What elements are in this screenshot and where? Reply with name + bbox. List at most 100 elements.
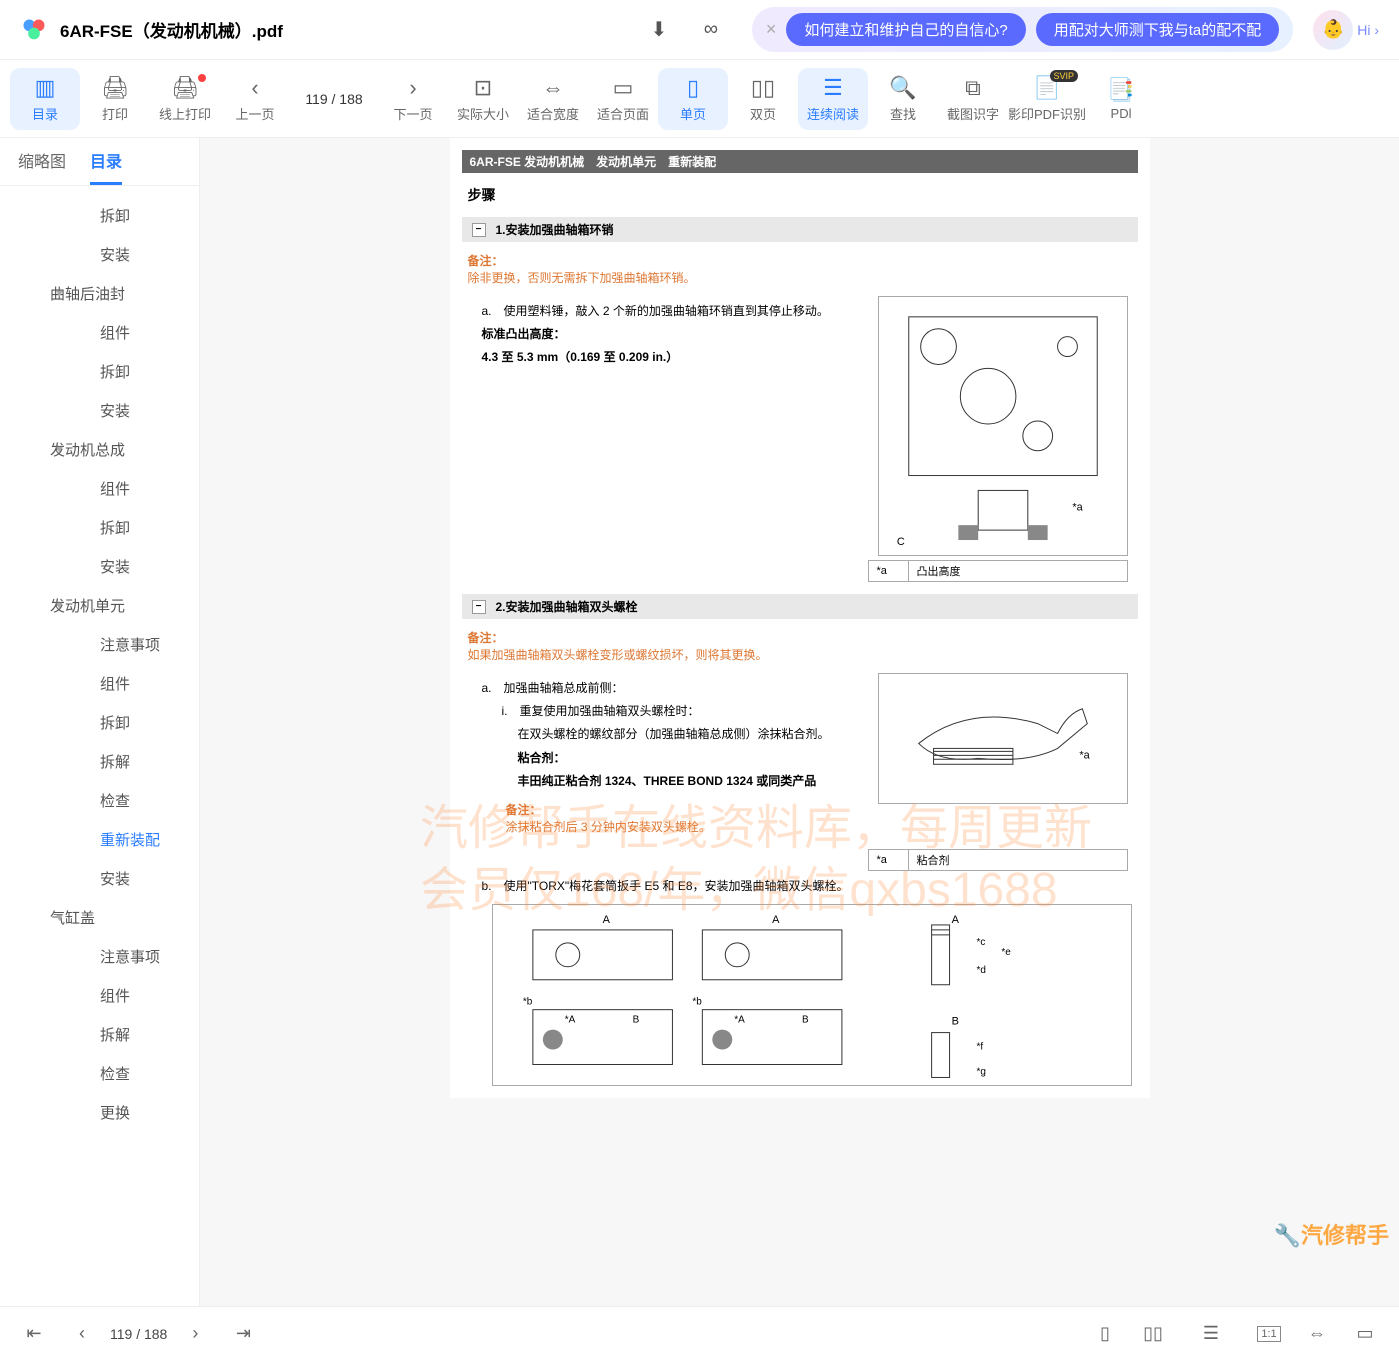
tree-item[interactable]: 安装 [0,235,199,274]
caret-down-icon: ▼ [54,288,65,300]
avatar[interactable]: 👶 [1313,10,1353,50]
next-page-icon[interactable]: › [181,1320,209,1348]
tree-item[interactable]: 注意事项 [0,937,199,976]
svg-text:*f: *f [976,1042,983,1053]
note-2: 备注：如果加强曲轴箱双头螺栓变形或螺纹损坏，则将其更换。 [468,629,1132,663]
toc-button[interactable]: ▥目录 [10,68,80,130]
tree-item-current[interactable]: 重新装配 [0,820,199,859]
tree-item[interactable]: 检查 [0,1054,199,1093]
tree-item[interactable]: 组件 [0,313,199,352]
svg-text:A: A [602,914,610,926]
section-header: 6AR-FSE 发动机机械 发动机单元 重新装配 [462,150,1138,173]
tree-group[interactable]: ▼发动机单元 [0,586,199,625]
brand-watermark: 🔧汽修帮手 [1274,1218,1389,1250]
last-page-icon[interactable]: ⇥ [229,1320,257,1348]
tree-item[interactable]: 拆卸 [0,352,199,391]
fit-page-button[interactable]: ▭适合页面 [588,68,658,130]
caret-down-icon: ▼ [54,444,65,456]
tree-item[interactable]: 拆解 [0,742,199,781]
thumbnails-tab[interactable]: 缩略图 [18,148,66,185]
file-name: 6AR-FSE（发动机机械）.pdf [60,17,648,42]
title-bar: 6AR-FSE（发动机机械）.pdf ⬇ ∞ × 如何建立和维护自己的自信心? … [0,0,1399,60]
svg-text:*b: *b [692,997,702,1008]
diagram-3: AAA*c*d*e*b*b*AB*ABB*f*g [492,904,1132,1085]
tree-item[interactable]: 组件 [0,469,199,508]
view-fitw-icon[interactable]: ⇔ [1303,1320,1331,1348]
download-icon[interactable]: ⬇ [648,19,670,41]
print-button[interactable]: 🖨打印 [80,68,150,130]
minus-box-icon: − [472,600,486,614]
actual-size-button[interactable]: ⊡实际大小 [448,68,518,130]
status-bar: ⇤ ‹ 119 / 188 › ⇥ ▯ ▯▯ ☰ 1:1 ⇔ ▭ [0,1306,1399,1360]
first-page-icon[interactable]: ⇤ [20,1320,48,1348]
tree-group[interactable]: ▼曲轴后油封 [0,274,199,313]
promo-pill-1[interactable]: 如何建立和维护自己的自信心? [786,13,1025,46]
toolbar: ▥目录 🖨打印 🖨线上打印 ‹上一页 119 / 188 ›下一页 ⊡实际大小 … [0,60,1399,138]
view-double-icon[interactable]: ▯▯ [1139,1320,1167,1348]
view-cont-icon[interactable]: ☰ [1197,1320,1225,1348]
double-page-button[interactable]: ▯▯双页 [728,68,798,130]
prev-page-button[interactable]: ‹上一页 [220,68,290,130]
toc-tab[interactable]: 目录 [90,148,122,185]
note-1: 备注：除非更换，否则无需拆下加强曲轴箱环销。 [468,252,1132,286]
tree-item[interactable]: 安装 [0,547,199,586]
svg-text:*a: *a [1072,501,1083,513]
toc-tree[interactable]: 拆卸 安装 ▼曲轴后油封 组件 拆卸 安装 ▼发动机总成 组件 拆卸 安装 ▼发… [0,186,199,1306]
find-button[interactable]: 🔍查找 [868,68,938,130]
minus-box-icon: − [472,223,486,237]
share-icon[interactable]: ∞ [700,19,722,41]
tree-item[interactable]: 组件 [0,976,199,1015]
svg-text:B: B [802,1015,809,1026]
promo-pill-2[interactable]: 用配对大师测下我与ta的配不配 [1036,13,1280,46]
tree-item[interactable]: 拆卸 [0,508,199,547]
svg-text:C: C [896,536,904,548]
svg-text:A: A [772,914,780,926]
tree-item[interactable]: 拆卸 [0,196,199,235]
view-single-icon[interactable]: ▯ [1091,1320,1119,1348]
svg-text:*A: *A [564,1015,575,1026]
svg-text:*a: *a [1079,749,1090,761]
svg-text:*b: *b [522,997,532,1008]
step-a-text: a. 使用塑料锤，敲入 2 个新的加强曲轴箱环销直到其停止移动。 标准凸出高度：… [482,302,858,368]
tree-item[interactable]: 更换 [0,1093,199,1132]
table-1: *a凸出高度 [868,560,1128,582]
view-fitp-icon[interactable]: ▭ [1351,1320,1379,1348]
note-3: 备注：涂抹粘合剂后 3 分钟内安装双头螺栓。 [506,801,872,835]
page-indicator[interactable]: 119 / 188 [294,91,374,107]
svg-text:*e: *e [1001,947,1011,958]
tree-item[interactable]: 安装 [0,391,199,430]
promo-close-icon[interactable]: × [766,19,777,40]
pdf-page: 6AR-FSE 发动机机械 发动机单元 重新装配 步骤 −1.安装加强曲轴箱环销… [450,138,1150,1098]
tree-item[interactable]: 拆卸 [0,703,199,742]
step-1-band: −1.安装加强曲轴箱环销 [462,217,1138,242]
pdl-button[interactable]: 📑PDl [1086,68,1156,130]
hi-label[interactable]: Hi › [1357,22,1379,38]
next-page-button[interactable]: ›下一页 [378,68,448,130]
tree-group[interactable]: ▼发动机总成 [0,430,199,469]
diagram-1: *a C [878,296,1128,556]
svg-text:*c: *c [976,937,985,948]
svg-text:*A: *A [734,1015,745,1026]
step2-a-text: a. 加强曲轴箱总成前侧： i. 重复使用加强曲轴箱双头螺栓时： 在双头螺栓的螺… [482,679,858,791]
tree-item[interactable]: 拆解 [0,1015,199,1054]
caret-down-icon: ▼ [54,912,65,924]
page-number-footer[interactable]: 119 / 188 [110,1326,167,1342]
view-11-icon[interactable]: 1:1 [1255,1320,1283,1348]
caret-down-icon: ▼ [54,600,65,612]
online-print-button[interactable]: 🖨线上打印 [150,68,220,130]
continuous-button[interactable]: ☰连续阅读 [798,68,868,130]
fit-width-button[interactable]: ⇔适合宽度 [518,68,588,130]
screenshot-ocr-button[interactable]: ⧉截图识字 [938,68,1008,130]
svg-text:*g: *g [976,1067,985,1078]
document-viewport[interactable]: 6AR-FSE 发动机机械 发动机单元 重新装配 步骤 −1.安装加强曲轴箱环销… [200,138,1399,1306]
step-b-text: b. 使用"TORX"梅花套筒扳手 E5 和 E8，安装加强曲轴箱双头螺栓。 [482,877,1118,896]
tree-item[interactable]: 安装 [0,859,199,898]
tree-item[interactable]: 检查 [0,781,199,820]
steps-title: 步骤 [468,185,1132,205]
single-page-button[interactable]: ▯单页 [658,68,728,130]
tree-group[interactable]: ▼气缸盖 [0,898,199,937]
tree-item[interactable]: 注意事项 [0,625,199,664]
tree-item[interactable]: 组件 [0,664,199,703]
prev-page-icon[interactable]: ‹ [68,1320,96,1348]
pdf-ocr-button[interactable]: SVIP📄影印PDF识别 [1008,68,1086,130]
